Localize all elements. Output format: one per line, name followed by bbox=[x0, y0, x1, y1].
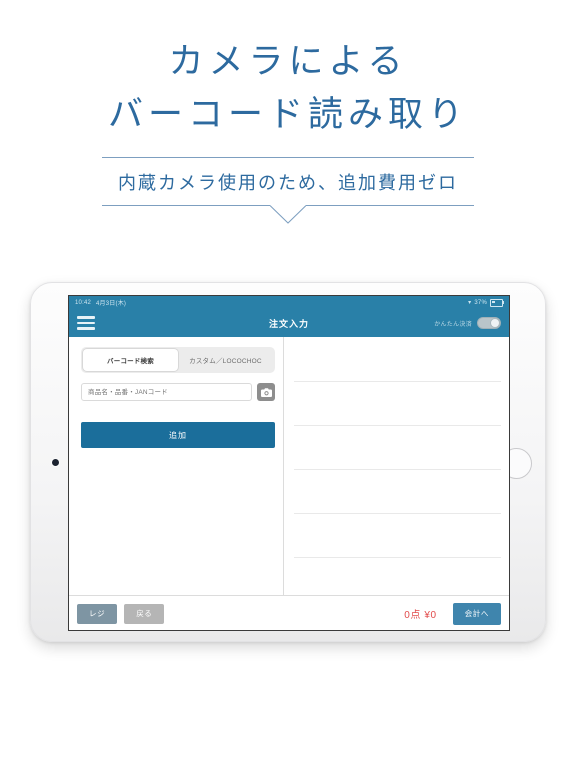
search-input[interactable] bbox=[81, 383, 252, 401]
status-bar-right: ▾ 37% bbox=[468, 298, 504, 307]
easy-payment-toggle[interactable] bbox=[477, 317, 501, 329]
tab-custom-lococohoc[interactable]: カスタム／LOCOCHOC bbox=[178, 349, 273, 371]
cart-row[interactable] bbox=[294, 514, 501, 558]
rule-bottom-left bbox=[102, 205, 270, 206]
status-bar-left: 10:42 4月3日(木) bbox=[75, 298, 127, 308]
camera-icon[interactable] bbox=[257, 383, 275, 401]
wifi-icon: ▾ bbox=[468, 299, 472, 306]
status-date: 4月3日(木) bbox=[96, 301, 127, 307]
status-bar: 10:42 4月3日(木) ▾ 37% bbox=[69, 296, 509, 309]
add-button[interactable]: 追加 bbox=[81, 422, 275, 448]
cart-pane bbox=[284, 337, 509, 595]
headline-line-2: バーコード読み取り bbox=[107, 94, 468, 134]
front-camera-dot-icon bbox=[52, 459, 59, 466]
navbar-right-group: かんたん決済 bbox=[434, 317, 501, 329]
easy-payment-label: かんたん決済 bbox=[434, 321, 472, 328]
bottom-toolbar: レジ 戻る 0点 ¥0 会計へ bbox=[69, 595, 509, 630]
app-body: バーコード検索 カスタム／LOCOCHOC 追加 bbox=[69, 337, 509, 595]
search-row bbox=[81, 383, 275, 401]
headline-line-1: カメラによる bbox=[168, 42, 408, 81]
subhead-block: 内蔵カメラ使用のため、追加費用ゼロ bbox=[102, 157, 474, 224]
status-time: 10:42 bbox=[75, 299, 92, 306]
cart-row[interactable] bbox=[294, 338, 501, 382]
battery-percent: 37% bbox=[474, 299, 487, 306]
tablet-screen: 10:42 4月3日(木) ▾ 37% 注文入力 かんたん決済 バーコード検索 … bbox=[68, 295, 510, 631]
hero-section: カメラによる バーコード読み取り 内蔵カメラ使用のため、追加費用ゼロ bbox=[0, 0, 576, 224]
tab-barcode-search[interactable]: バーコード検索 bbox=[83, 349, 178, 371]
checkout-button[interactable]: 会計へ bbox=[452, 602, 501, 625]
cart-row[interactable] bbox=[294, 426, 501, 470]
app-navbar: 注文入力 かんたん決済 bbox=[69, 309, 509, 337]
order-total: 0点 ¥0 bbox=[404, 610, 437, 621]
subhead-text: 内蔵カメラ使用のため、追加費用ゼロ bbox=[118, 173, 458, 193]
cart-list bbox=[284, 338, 509, 558]
search-mode-tabs: バーコード検索 カスタム／LOCOCHOC bbox=[81, 347, 275, 373]
rule-bottom-with-notch bbox=[102, 205, 474, 224]
hamburger-menu-icon[interactable] bbox=[77, 316, 95, 330]
back-button[interactable]: 戻る bbox=[124, 603, 165, 624]
rule-bottom-right bbox=[306, 205, 474, 206]
battery-icon bbox=[490, 298, 504, 307]
chevron-down-icon bbox=[270, 205, 306, 224]
cart-row[interactable] bbox=[294, 470, 501, 514]
tablet-device: 10:42 4月3日(木) ▾ 37% 注文入力 かんたん決済 バーコード検索 … bbox=[30, 282, 546, 642]
search-pane: バーコード検索 カスタム／LOCOCHOC 追加 bbox=[69, 337, 284, 595]
register-button[interactable]: レジ bbox=[77, 603, 118, 624]
toggle-knob bbox=[490, 318, 500, 328]
cart-row[interactable] bbox=[294, 382, 501, 426]
